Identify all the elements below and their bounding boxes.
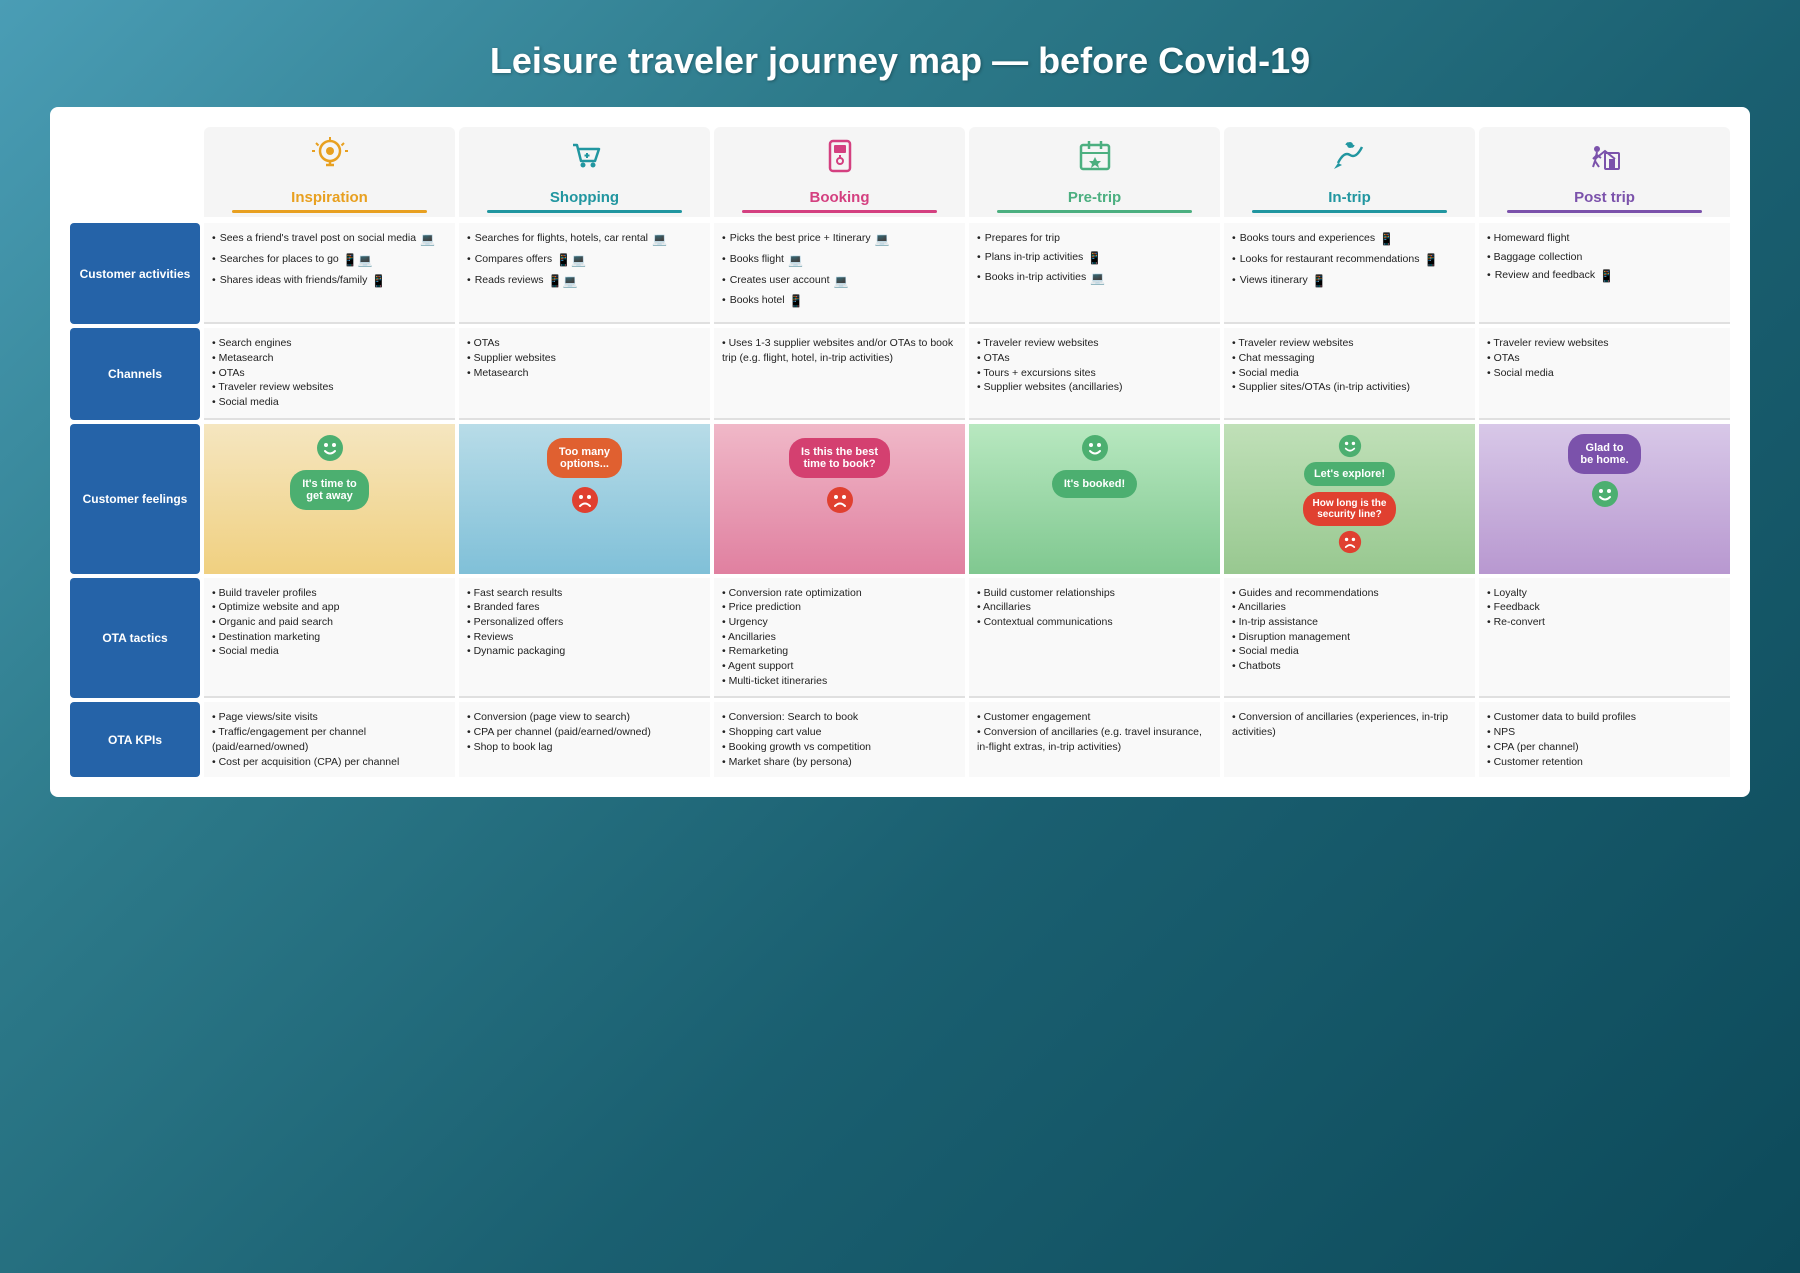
tactics-pretrip: • Build customer relationships • Ancilla… bbox=[969, 578, 1220, 699]
booking-label: Booking bbox=[810, 189, 870, 206]
intrip-underline bbox=[1252, 210, 1446, 213]
main-container: Inspiration Shopping bbox=[50, 107, 1750, 797]
tactics-posttrip: • Loyalty • Feedback • Re-convert bbox=[1479, 578, 1730, 699]
kpis-posttrip: • Customer data to build profiles • NPS … bbox=[1479, 702, 1730, 777]
inspiration-icon bbox=[310, 135, 350, 183]
tactics-intrip: • Guides and recommendations • Ancillari… bbox=[1224, 578, 1475, 699]
posttrip-icon bbox=[1585, 135, 1625, 183]
header-empty bbox=[70, 127, 200, 217]
tactics-label: OTA tactics bbox=[70, 578, 200, 699]
activities-inspiration-content: • Sees a friend's travel post on social … bbox=[212, 231, 447, 293]
channels-section: Channels • Search engines • Metasearch •… bbox=[70, 328, 1730, 419]
shopping-icon bbox=[565, 135, 605, 183]
channels-label: Channels bbox=[70, 328, 200, 419]
phase-header-booking: Booking bbox=[714, 127, 965, 217]
phase-header-shopping: Shopping bbox=[459, 127, 710, 217]
feeling-booking: Is this the besttime to book? bbox=[714, 424, 965, 574]
activities-pretrip: • Prepares for trip • Plans in-trip acti… bbox=[969, 223, 1220, 324]
activities-booking: • Picks the best price + Itinerary 💻 • B… bbox=[714, 223, 965, 324]
feeling-intrip: Let's explore! How long is thesecurity l… bbox=[1224, 424, 1475, 574]
phase-header-posttrip: Post trip bbox=[1479, 127, 1730, 217]
sad-smiley-booking bbox=[826, 486, 854, 514]
phase-header-intrip: In-trip bbox=[1224, 127, 1475, 217]
feeling-shopping: Too manyoptions... bbox=[459, 424, 710, 574]
activities-section: Customer activities • Sees a friend's tr… bbox=[70, 223, 1730, 324]
feeling-bubble-booking: Is this the besttime to book? bbox=[789, 438, 890, 478]
sad-smiley-shopping bbox=[571, 486, 599, 514]
inspiration-underline bbox=[232, 210, 426, 213]
pretrip-underline bbox=[997, 210, 1191, 213]
feeling-bubble-shopping: Too manyoptions... bbox=[547, 438, 622, 478]
kpis-pretrip: • Customer engagement • Conversion of an… bbox=[969, 702, 1220, 777]
intrip-icon bbox=[1330, 135, 1370, 183]
activities-inspiration: • Sees a friend's travel post on social … bbox=[204, 223, 455, 324]
feeling-bubble-pretrip: It's booked! bbox=[1052, 470, 1137, 498]
pretrip-label: Pre-trip bbox=[1068, 189, 1121, 206]
kpis-label: OTA KPIs bbox=[70, 702, 200, 777]
kpis-booking: • Conversion: Search to book • Shopping … bbox=[714, 702, 965, 777]
activities-label: Customer activities bbox=[70, 223, 200, 324]
page-title: Leisure traveler journey map — before Co… bbox=[20, 20, 1780, 107]
happy-smiley-posttrip bbox=[1591, 480, 1619, 508]
header-row: Inspiration Shopping bbox=[70, 127, 1730, 217]
tactics-shopping: • Fast search results • Branded fares • … bbox=[459, 578, 710, 699]
sad-smiley-intrip bbox=[1338, 530, 1362, 554]
activities-posttrip: • Homeward flight • Baggage collection •… bbox=[1479, 223, 1730, 324]
feeling-inspiration: It's time toget away bbox=[204, 424, 455, 574]
kpis-intrip: • Conversion of ancillaries (experiences… bbox=[1224, 702, 1475, 777]
kpis-inspiration: • Page views/site visits • Traffic/engag… bbox=[204, 702, 455, 777]
feeling-posttrip: Glad tobe home. bbox=[1479, 424, 1730, 574]
activities-intrip: • Books tours and experiences 📱 • Looks … bbox=[1224, 223, 1475, 324]
inspiration-label: Inspiration bbox=[291, 189, 368, 206]
pretrip-icon bbox=[1075, 135, 1115, 183]
feeling-bubble-posttrip: Glad tobe home. bbox=[1568, 434, 1640, 474]
tactics-section: OTA tactics • Build traveler profiles • … bbox=[70, 578, 1730, 699]
phase-header-inspiration: Inspiration bbox=[204, 127, 455, 217]
channels-posttrip: • Traveler review websites • OTAs • Soci… bbox=[1479, 328, 1730, 419]
channels-shopping: • OTAs • Supplier websites • Metasearch bbox=[459, 328, 710, 419]
shopping-underline bbox=[487, 210, 681, 213]
feelings-section: Customer feelings It's time toget away T… bbox=[70, 424, 1730, 574]
booking-icon bbox=[820, 135, 860, 183]
happy-smiley-inspiration bbox=[316, 434, 344, 462]
tactics-inspiration: • Build traveler profiles • Optimize web… bbox=[204, 578, 455, 699]
channels-pretrip: • Traveler review websites • OTAs • Tour… bbox=[969, 328, 1220, 419]
phase-header-pretrip: Pre-trip bbox=[969, 127, 1220, 217]
kpis-shopping: • Conversion (page view to search) • CPA… bbox=[459, 702, 710, 777]
posttrip-label: Post trip bbox=[1574, 189, 1635, 206]
intrip-label: In-trip bbox=[1328, 189, 1371, 206]
shopping-label: Shopping bbox=[550, 189, 619, 206]
feeling-bubble-intrip-bad: How long is thesecurity line? bbox=[1303, 492, 1397, 526]
activities-shopping: • Searches for flights, hotels, car rent… bbox=[459, 223, 710, 324]
channels-booking: • Uses 1-3 supplier websites and/or OTAs… bbox=[714, 328, 965, 419]
channels-intrip: • Traveler review websites • Chat messag… bbox=[1224, 328, 1475, 419]
feeling-pretrip: It's booked! bbox=[969, 424, 1220, 574]
happy-smiley-pretrip bbox=[1081, 434, 1109, 462]
booking-underline bbox=[742, 210, 936, 213]
kpis-section: OTA KPIs • Page views/site visits • Traf… bbox=[70, 702, 1730, 777]
feeling-bubble-intrip-good: Let's explore! bbox=[1304, 462, 1395, 486]
tactics-booking: • Conversion rate optimization • Price p… bbox=[714, 578, 965, 699]
channels-inspiration: • Search engines • Metasearch • OTAs • T… bbox=[204, 328, 455, 419]
happy-smiley-intrip bbox=[1338, 434, 1362, 458]
posttrip-underline bbox=[1507, 210, 1701, 213]
feelings-label: Customer feelings bbox=[70, 424, 200, 574]
feeling-bubble-inspiration: It's time toget away bbox=[290, 470, 369, 510]
